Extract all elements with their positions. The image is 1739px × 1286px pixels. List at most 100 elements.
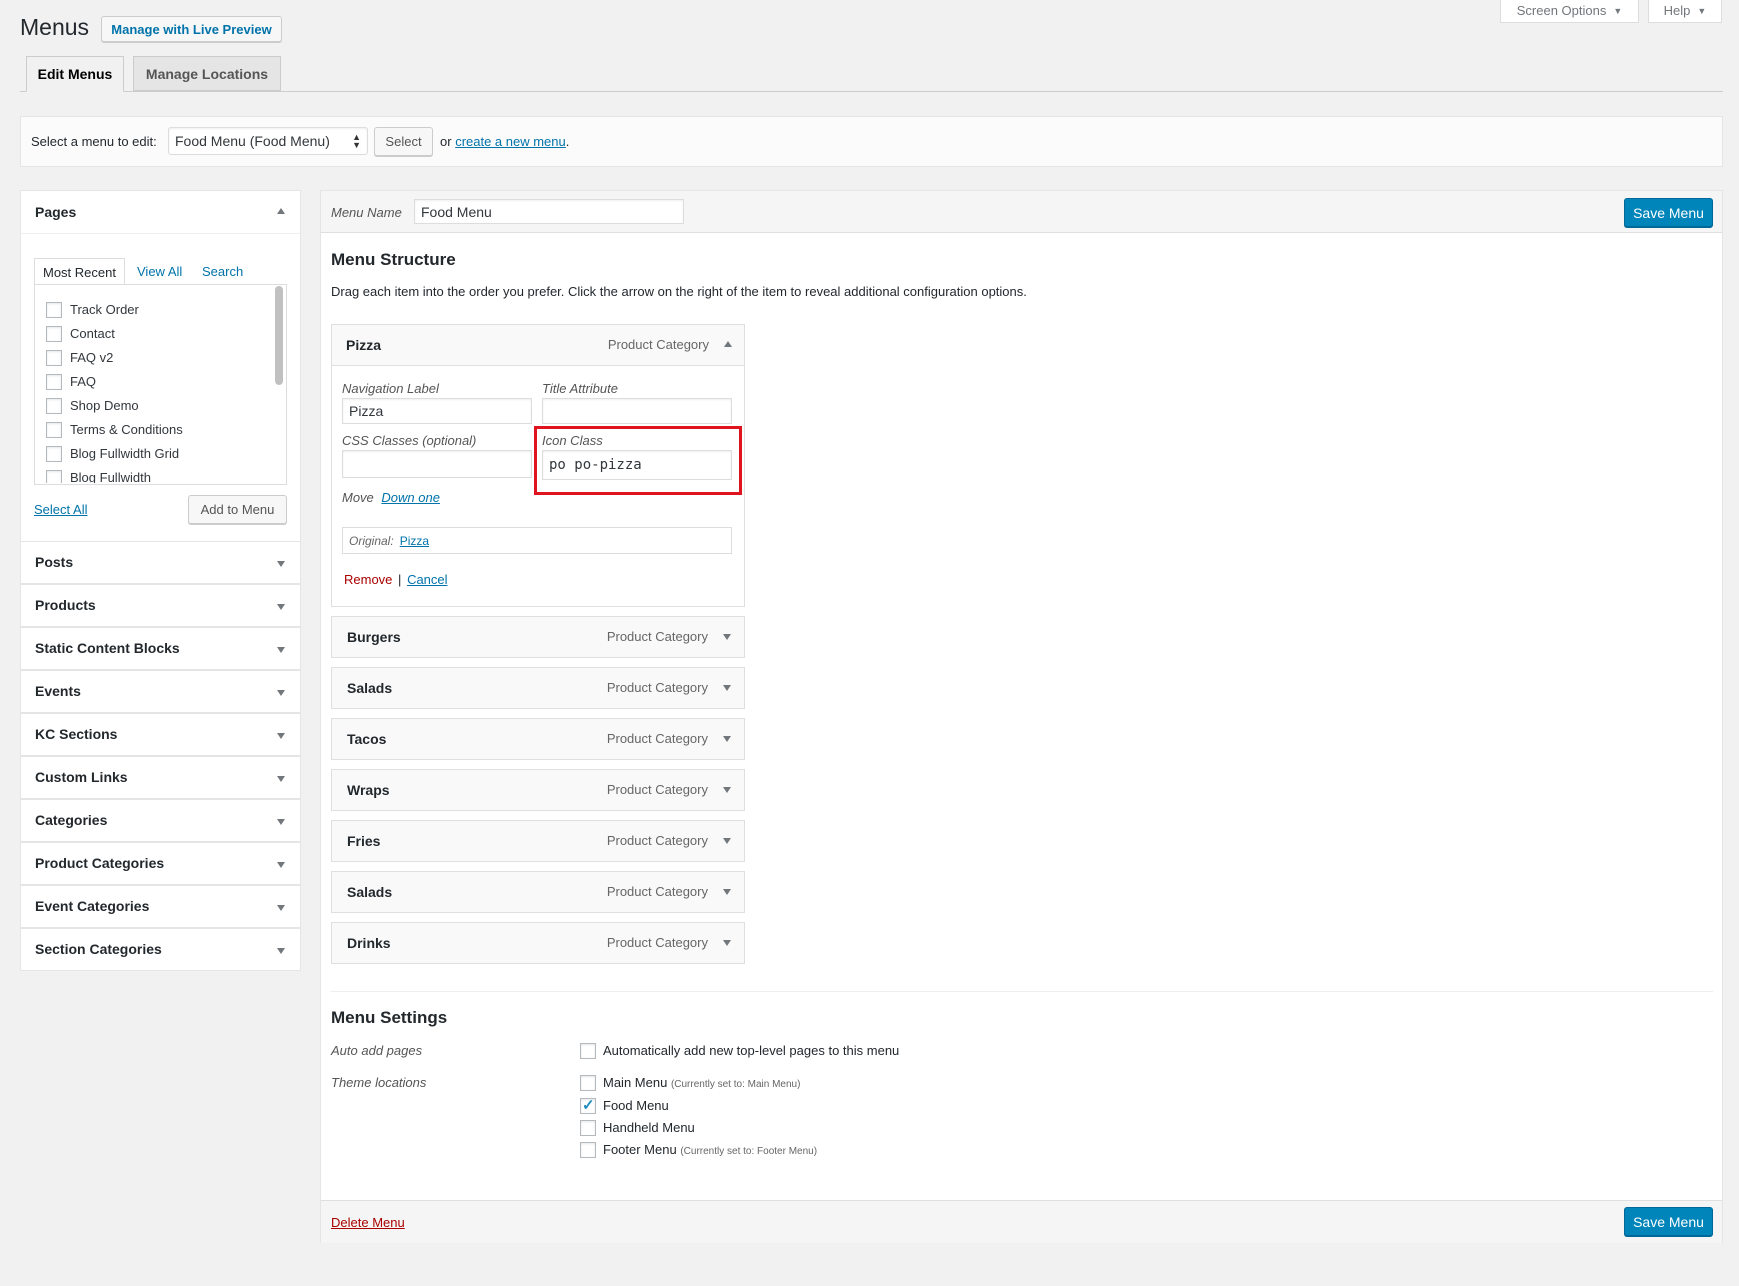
- auto-add-label: Auto add pages: [331, 1043, 423, 1058]
- accordion-event-categories[interactable]: Event Categories: [20, 885, 301, 928]
- checkbox[interactable]: [46, 350, 62, 366]
- menu-item-tacos[interactable]: Tacos Product Category: [331, 718, 745, 760]
- original-box: Original: Pizza: [342, 527, 732, 554]
- menu-item-title: Salads: [347, 884, 393, 900]
- location-food-menu: Food Menu: [603, 1098, 669, 1113]
- menu-item-type: Product Category: [606, 935, 708, 950]
- caret-down-icon: ▼: [1613, 5, 1623, 16]
- screen-options-button[interactable]: Screen Options ▼: [1500, 0, 1639, 23]
- accordion-title: Products: [35, 597, 96, 613]
- expand-icon[interactable]: [723, 736, 731, 742]
- select-button[interactable]: Select: [374, 127, 433, 156]
- navigation-label-value: Pizza: [349, 403, 384, 419]
- move-down-one-link[interactable]: Down one: [381, 490, 440, 505]
- expand-icon[interactable]: [723, 685, 731, 691]
- accordion-categories[interactable]: Categories: [20, 799, 301, 842]
- menu-item-wraps[interactable]: Wraps Product Category: [331, 769, 745, 811]
- accordion-title: Product Categories: [35, 855, 165, 871]
- pages-tab-search[interactable]: Search: [202, 264, 243, 279]
- save-menu-button-bottom[interactable]: Save Menu: [1624, 1207, 1713, 1236]
- select-all-link[interactable]: Select All: [34, 502, 87, 517]
- accordion-section-categories[interactable]: Section Categories: [20, 928, 301, 971]
- screen-options-label: Screen Options: [1516, 3, 1607, 18]
- list-item-label: FAQ: [70, 374, 97, 389]
- accordion-kc-sections[interactable]: KC Sections: [20, 713, 301, 756]
- collapse-icon[interactable]: [724, 341, 732, 347]
- original-link[interactable]: Pizza: [400, 534, 429, 548]
- tab-manage-locations[interactable]: Manage Locations: [133, 56, 281, 91]
- menu-item-title: Wraps: [347, 782, 390, 798]
- tab-edit-menus[interactable]: Edit Menus: [26, 56, 124, 92]
- list-item[interactable]: Blog Fullwidth: [46, 470, 246, 483]
- menu-item-fries[interactable]: Fries Product Category: [331, 820, 745, 862]
- checkbox[interactable]: [46, 326, 62, 342]
- pages-tab-view-all[interactable]: View All: [137, 264, 182, 279]
- pages-panel-title: Pages: [35, 204, 77, 220]
- expand-icon[interactable]: [723, 787, 731, 793]
- tab-label: Manage Locations: [145, 65, 269, 82]
- menu-item-salads-2[interactable]: Salads Product Category: [331, 871, 745, 913]
- expand-icon: [277, 733, 285, 739]
- delete-menu-link[interactable]: Delete Menu: [331, 1215, 405, 1230]
- checkbox[interactable]: [46, 374, 62, 390]
- save-menu-button-top[interactable]: Save Menu: [1624, 198, 1713, 227]
- menu-item-pizza-header[interactable]: Pizza Product Category: [332, 325, 744, 366]
- navigation-label-input[interactable]: Pizza: [342, 398, 532, 424]
- expand-icon: [277, 561, 285, 567]
- icon-class-input[interactable]: po po-pizza: [542, 450, 732, 480]
- menu-item-drinks[interactable]: Drinks Product Category: [331, 922, 745, 964]
- menu-item-salads[interactable]: Salads Product Category: [331, 667, 745, 709]
- checkbox[interactable]: [46, 470, 62, 483]
- food-menu-checkbox[interactable]: [580, 1096, 596, 1114]
- period-text: .: [565, 134, 570, 149]
- accordion-custom-links[interactable]: Custom Links: [20, 756, 301, 799]
- cancel-link[interactable]: Cancel: [407, 572, 447, 587]
- expand-icon[interactable]: [723, 838, 731, 844]
- checkbox[interactable]: [46, 422, 62, 438]
- expand-icon[interactable]: [723, 940, 731, 946]
- footer-menu-checkbox[interactable]: [580, 1142, 596, 1158]
- menu-structure-description: Drag each item into the order you prefer…: [331, 284, 1027, 299]
- move-row: Move Down one: [342, 490, 440, 505]
- pages-panel-header[interactable]: Pages: [21, 191, 300, 234]
- expand-icon: [277, 905, 285, 911]
- menu-item-title: Salads: [347, 680, 393, 696]
- menu-select[interactable]: Food Menu (Food Menu) ▲ ▼: [168, 127, 368, 155]
- location-footer-menu: Footer Menu (Currently set to: Footer Me…: [603, 1142, 817, 1157]
- caret-down-icon: ▼: [1697, 5, 1707, 16]
- tab-label: Edit Menus: [37, 66, 113, 82]
- collapse-icon[interactable]: [277, 208, 285, 214]
- accordion-events[interactable]: Events: [20, 670, 301, 713]
- menu-item-burgers[interactable]: Burgers Product Category: [331, 616, 745, 658]
- pages-scrollbar[interactable]: [275, 286, 283, 385]
- title-attribute-input[interactable]: [542, 398, 732, 424]
- remove-link[interactable]: Remove: [344, 572, 392, 587]
- auto-add-text: Automatically add new top-level pages to…: [603, 1043, 900, 1058]
- create-new-menu-link[interactable]: create a new menu: [455, 134, 566, 149]
- list-item-label: Blog Fullwidth Grid: [70, 446, 180, 461]
- menu-footer: [321, 1200, 1722, 1243]
- pages-tab-most-recent[interactable]: Most Recent: [34, 258, 125, 285]
- select-button-label: Select: [385, 134, 422, 149]
- expand-icon: [277, 819, 285, 825]
- add-to-menu-button[interactable]: Add to Menu: [188, 495, 287, 524]
- menu-name-input[interactable]: Food Menu: [414, 199, 684, 224]
- item-actions: Remove | Cancel: [344, 572, 448, 587]
- accordion-static-content-blocks[interactable]: Static Content Blocks: [20, 627, 301, 670]
- live-preview-button[interactable]: Manage with Live Preview: [101, 16, 282, 42]
- menu-item-type: Product Category: [606, 680, 708, 695]
- expand-icon[interactable]: [723, 634, 731, 640]
- accordion-title: Categories: [35, 812, 108, 828]
- css-classes-input[interactable]: [342, 450, 532, 478]
- help-button[interactable]: Help ▼: [1648, 0, 1722, 23]
- checkbox[interactable]: [46, 302, 62, 318]
- auto-add-checkbox[interactable]: [580, 1043, 596, 1059]
- accordion-products[interactable]: Products: [20, 584, 301, 627]
- checkbox[interactable]: [46, 446, 62, 462]
- checkbox[interactable]: [46, 398, 62, 414]
- accordion-posts[interactable]: Posts: [20, 541, 301, 584]
- main-menu-checkbox[interactable]: [580, 1075, 596, 1091]
- accordion-product-categories[interactable]: Product Categories: [20, 842, 301, 885]
- handheld-menu-checkbox[interactable]: [580, 1120, 596, 1136]
- expand-icon[interactable]: [723, 889, 731, 895]
